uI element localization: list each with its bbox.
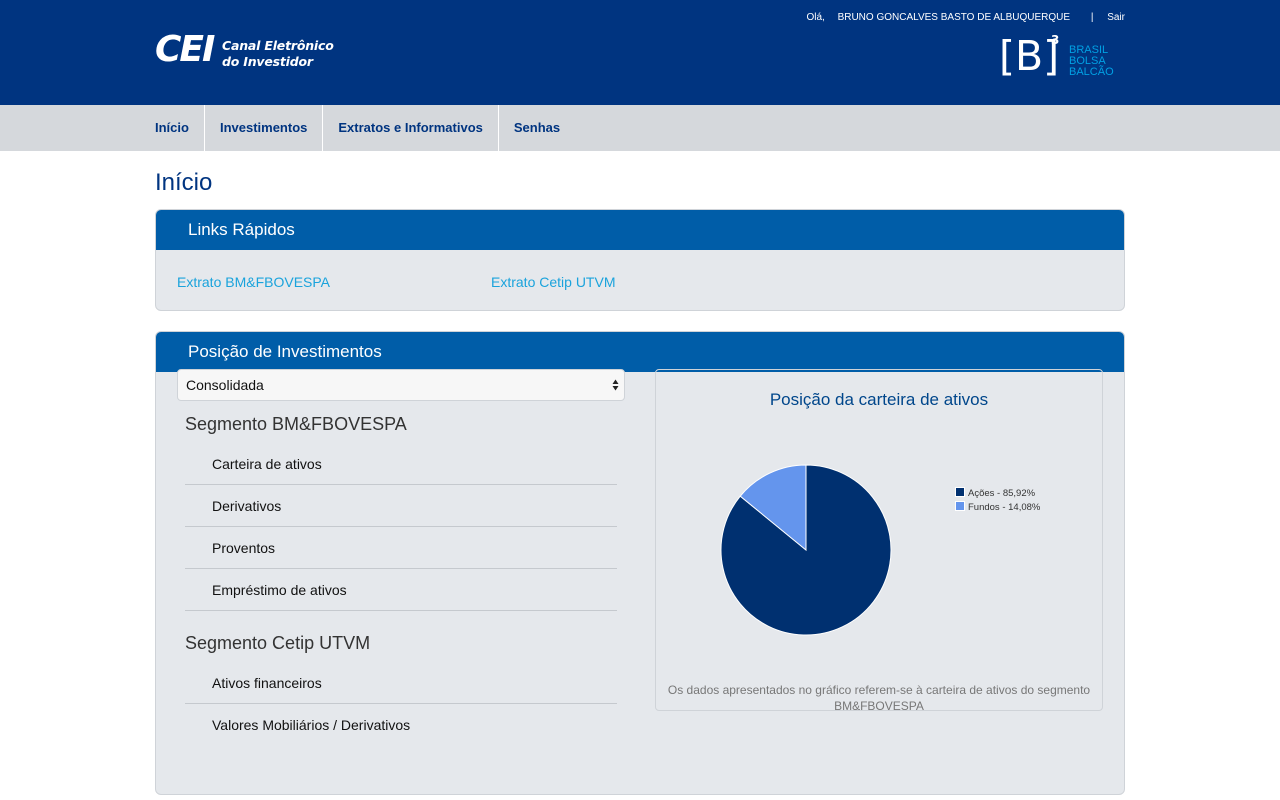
menu-proventos[interactable]: Proventos bbox=[185, 527, 617, 569]
legend-item-1: Fundos - 14,08% bbox=[955, 501, 1040, 515]
menu-valores-mobiliarios[interactable]: Valores Mobiliários / Derivativos bbox=[185, 704, 617, 746]
site-header: CEI Canal Eletrônico do Investidor Olá, … bbox=[0, 0, 1280, 105]
segment-bmfbovespa-title: Segmento BM&FBOVESPA bbox=[185, 414, 407, 434]
legend-label-0: Ações - 85,92% bbox=[968, 488, 1036, 499]
link-extrato-bmfbovespa[interactable]: Extrato BM&FBOVESPA bbox=[177, 274, 330, 290]
chart-legend: Ações - 85,92% Fundos - 14,08% bbox=[955, 487, 1040, 515]
segment-select-value: Consolidada bbox=[186, 377, 264, 393]
select-arrows-icon bbox=[612, 379, 619, 391]
nav-item-senhas[interactable]: Senhas bbox=[497, 105, 575, 151]
quick-links-panel: Links Rápidos Extrato BM&FBOVESPA Extrat… bbox=[155, 209, 1125, 311]
link-extrato-cetip[interactable]: Extrato Cetip UTVM bbox=[491, 274, 615, 290]
page-title: Início bbox=[155, 169, 213, 196]
menu-ativos-financeiros[interactable]: Ativos financeiros bbox=[185, 662, 617, 704]
nav-item-investimentos[interactable]: Investimentos bbox=[203, 105, 322, 151]
positions-title: Posição de Investimentos bbox=[156, 332, 1124, 372]
menu-emprestimo-de-ativos[interactable]: Empréstimo de ativos bbox=[185, 569, 617, 611]
user-bar: Olá, BRUNO GONCALVES BASTO DE ALBUQUERQU… bbox=[806, 12, 1125, 23]
nav-item-inicio[interactable]: Início bbox=[155, 105, 204, 151]
main-nav: Início Investimentos Extratos e Informat… bbox=[0, 105, 1280, 151]
cei-logo-subtitle: Canal Eletrônico do Investidor bbox=[222, 38, 334, 70]
positions-panel: Posição de Investimentos Consolidada Seg… bbox=[155, 331, 1125, 795]
cei-logo[interactable]: CEI bbox=[155, 32, 215, 68]
menu-derivativos[interactable]: Derivativos bbox=[185, 485, 617, 527]
segment-select[interactable]: Consolidada bbox=[177, 369, 625, 401]
b3-wordmark: BRASIL BOLSA BALCÃO bbox=[1069, 45, 1114, 78]
logout-link[interactable]: Sair bbox=[1107, 12, 1125, 23]
greeting: Olá, bbox=[806, 12, 825, 23]
legend-swatch-1 bbox=[955, 501, 965, 511]
b3-superscript: 3 bbox=[1051, 33, 1060, 47]
portfolio-chart: Posição da carteira de ativos Ações - 85… bbox=[655, 369, 1103, 713]
pie-chart bbox=[720, 464, 892, 636]
user-name: BRUNO GONCALVES BASTO DE ALBUQUERQUE bbox=[837, 12, 1071, 23]
legend-swatch-0 bbox=[955, 487, 965, 497]
separator: | bbox=[1090, 12, 1094, 23]
legend-item-0: Ações - 85,92% bbox=[955, 487, 1040, 501]
cei-subtitle-line2: do Investidor bbox=[222, 54, 313, 69]
b3-line3: BALCÃO bbox=[1069, 66, 1114, 78]
nav-item-extratos[interactable]: Extratos e Informativos bbox=[322, 105, 498, 151]
chart-note: Os dados apresentados no gráfico referem… bbox=[667, 683, 1091, 713]
segment-cetip-title: Segmento Cetip UTVM bbox=[185, 633, 371, 653]
menu-carteira-de-ativos[interactable]: Carteira de ativos bbox=[185, 443, 617, 485]
b3-logo: [B] 3 BRASIL BOLSA BALCÃO bbox=[999, 33, 1129, 89]
quick-links-title: Links Rápidos bbox=[156, 210, 1124, 250]
legend-label-1: Fundos - 14,08% bbox=[968, 502, 1041, 513]
cei-subtitle-line1: Canal Eletrônico bbox=[222, 38, 334, 53]
